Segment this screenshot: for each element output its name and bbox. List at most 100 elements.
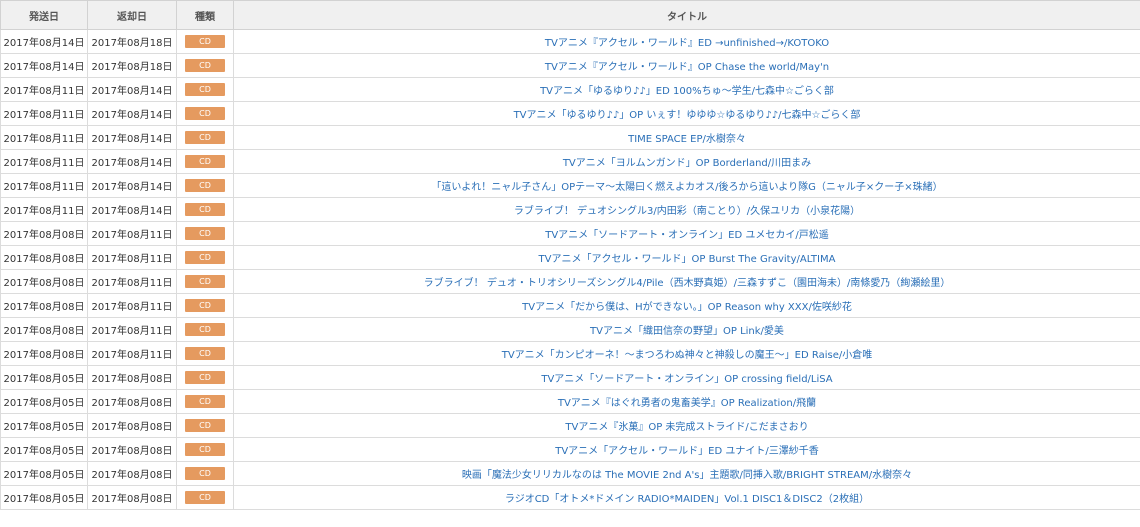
send-date-cell: 2017年08月11日 <box>0 125 88 150</box>
media-type-badge: CD <box>185 131 225 144</box>
table-row: 2017年08月08日 2017年08月11日 CD TVアニメ「アクセル・ワールド」… <box>0 245 1140 270</box>
media-type-badge: CD <box>185 419 225 432</box>
title-cell: TVアニメ「アクセル・ワールド」ED ユナイト/三澤紗千香 <box>233 437 1140 462</box>
send-date-cell: 2017年08月08日 <box>0 245 88 270</box>
title-cell: TVアニメ「カンピオーネ！〜まつろわぬ神々と神殺しの魔王〜」ED Raise/小… <box>233 341 1140 366</box>
table-row: 2017年08月11日 2017年08月14日 CD 「這いよれ！ニャル子さん」OPテ… <box>0 173 1140 198</box>
return-date-cell: 2017年08月14日 <box>87 197 177 222</box>
send-date-cell: 2017年08月05日 <box>0 485 88 510</box>
media-type-badge: CD <box>185 107 225 120</box>
title-link[interactable]: TVアニメ「ソードアート・オンライン」ED ユメセカイ/戸松遥 <box>545 230 829 241</box>
return-date-cell: 2017年08月14日 <box>87 77 177 102</box>
table-row: 2017年08月05日 2017年08月08日 CD TVアニメ「アクセル・ワールド」… <box>0 437 1140 462</box>
title-link[interactable]: 映画「魔法少女リリカルなのは The MOVIE 2nd A's」主題歌/同挿入… <box>462 470 912 481</box>
kind-cell: CD <box>176 101 234 126</box>
title-link[interactable]: TVアニメ「アクセル・ワールド」OP Burst The Gravity/ALT… <box>539 254 836 265</box>
title-cell: 映画「魔法少女リリカルなのは The MOVIE 2nd A's」主題歌/同挿入… <box>233 461 1140 486</box>
send-date-cell: 2017年08月11日 <box>0 77 88 102</box>
title-link[interactable]: TVアニメ『アクセル・ワールド』OP Chase the world/May'n <box>545 62 829 73</box>
return-date-cell: 2017年08月08日 <box>87 413 177 438</box>
table-row: 2017年08月08日 2017年08月11日 CD TVアニメ「カンピオーネ！〜まつ… <box>0 341 1140 366</box>
kind-cell: CD <box>176 197 234 222</box>
title-link[interactable]: ラブライブ！ デュオシングル3/内田彩（南ことり）/久保ユリカ（小泉花陽） <box>514 206 860 217</box>
title-link[interactable]: 「這いよれ！ニャル子さん」OPテーマ〜太陽曰く燃えよカオス/後ろから這いより隊G… <box>431 182 942 193</box>
return-date-cell: 2017年08月08日 <box>87 389 177 414</box>
send-date-cell: 2017年08月05日 <box>0 389 88 414</box>
return-date-cell: 2017年08月18日 <box>87 29 177 54</box>
send-date-cell: 2017年08月08日 <box>0 269 88 294</box>
send-date-cell: 2017年08月05日 <box>0 365 88 390</box>
title-cell: ラブライブ！ デュオ・トリオシリーズシングル4/Pile（西木野真姫）/三森すず… <box>233 269 1140 294</box>
kind-cell: CD <box>176 269 234 294</box>
return-date-cell: 2017年08月11日 <box>87 269 177 294</box>
title-cell: TVアニメ「だから僕は、Hができない。」OP Reason why XXX/佐咲… <box>233 293 1140 318</box>
title-cell: ラブライブ！ デュオシングル3/内田彩（南ことり）/久保ユリカ（小泉花陽） <box>233 197 1140 222</box>
return-date-cell: 2017年08月11日 <box>87 293 177 318</box>
return-date-cell: 2017年08月14日 <box>87 173 177 198</box>
media-type-badge: CD <box>185 323 225 336</box>
media-type-badge: CD <box>185 227 225 240</box>
return-date-cell: 2017年08月14日 <box>87 149 177 174</box>
title-link[interactable]: TVアニメ「だから僕は、Hができない。」OP Reason why XXX/佐咲… <box>522 302 852 313</box>
title-link[interactable]: TVアニメ「ヨルムンガンド」OP Borderland/川田まみ <box>563 158 811 169</box>
table-row: 2017年08月05日 2017年08月08日 CD TVアニメ「ソードアート・オンラ… <box>0 365 1140 390</box>
kind-cell: CD <box>176 437 234 462</box>
media-type-badge: CD <box>185 371 225 384</box>
return-date-cell: 2017年08月08日 <box>87 365 177 390</box>
title-link[interactable]: TVアニメ「ゆるゆり♪♪」OP いぇす！ゆゆゆ☆ゆるゆり♪♪/七森中☆ごらく部 <box>514 110 861 121</box>
return-date-cell: 2017年08月11日 <box>87 221 177 246</box>
return-date-cell: 2017年08月18日 <box>87 53 177 78</box>
kind-cell: CD <box>176 125 234 150</box>
title-link[interactable]: ラブライブ！ デュオ・トリオシリーズシングル4/Pile（西木野真姫）/三森すず… <box>424 278 951 289</box>
title-cell: 「這いよれ！ニャル子さん」OPテーマ〜太陽曰く燃えよカオス/後ろから這いより隊G… <box>233 173 1140 198</box>
kind-cell: CD <box>176 341 234 366</box>
kind-cell: CD <box>176 413 234 438</box>
title-link[interactable]: TVアニメ「ソードアート・オンライン」OP crossing field/LiS… <box>541 374 832 385</box>
title-cell: TVアニメ『はぐれ勇者の鬼畜美学』OP Realization/飛蘭 <box>233 389 1140 414</box>
title-cell: TVアニメ「ゆるゆり♪♪」ED 100%ちゅ〜学生/七森中☆ごらく部 <box>233 77 1140 102</box>
title-cell: TVアニメ『アクセル・ワールド』ED →unfinished→/KOTOKO <box>233 29 1140 54</box>
title-link[interactable]: TVアニメ『氷菓』OP 未完成ストライド/こだまさおり <box>565 422 808 433</box>
media-type-badge: CD <box>185 179 225 192</box>
send-date-cell: 2017年08月08日 <box>0 317 88 342</box>
title-link[interactable]: TVアニメ「アクセル・ワールド」ED ユナイト/三澤紗千香 <box>555 446 819 457</box>
media-type-badge: CD <box>185 395 225 408</box>
send-date-cell: 2017年08月11日 <box>0 197 88 222</box>
return-date-cell: 2017年08月11日 <box>87 317 177 342</box>
kind-cell: CD <box>176 461 234 486</box>
send-date-cell: 2017年08月05日 <box>0 437 88 462</box>
title-link[interactable]: TVアニメ「織田信奈の野望」OP Link/愛美 <box>590 326 784 337</box>
title-link[interactable]: TVアニメ「ゆるゆり♪♪」ED 100%ちゅ〜学生/七森中☆ごらく部 <box>540 86 834 97</box>
title-link[interactable]: TIME SPACE EP/水樹奈々 <box>628 134 746 145</box>
media-type-badge: CD <box>185 275 225 288</box>
title-link[interactable]: TVアニメ『アクセル・ワールド』ED →unfinished→/KOTOKO <box>545 38 829 49</box>
kind-cell: CD <box>176 173 234 198</box>
return-date-cell: 2017年08月08日 <box>87 461 177 486</box>
send-date-cell: 2017年08月11日 <box>0 101 88 126</box>
media-type-badge: CD <box>185 83 225 96</box>
column-header-kind: 種類 <box>176 0 234 30</box>
table-row: 2017年08月08日 2017年08月11日 CD TVアニメ「織田信奈の野望」OP… <box>0 317 1140 342</box>
title-cell: TVアニメ『アクセル・ワールド』OP Chase the world/May'n <box>233 53 1140 78</box>
title-link[interactable]: ラジオCD「オトメ*ドメイン RADIO*MAIDEN」Vol.1 DISC1＆… <box>505 494 869 505</box>
kind-cell: CD <box>176 365 234 390</box>
send-date-cell: 2017年08月08日 <box>0 221 88 246</box>
table-header-row: 発送日 返却日 種類 タイトル <box>0 0 1140 30</box>
media-type-badge: CD <box>185 491 225 504</box>
send-date-cell: 2017年08月05日 <box>0 413 88 438</box>
column-header-send-date: 発送日 <box>0 0 88 30</box>
return-date-cell: 2017年08月08日 <box>87 437 177 462</box>
table-row: 2017年08月08日 2017年08月11日 CD TVアニメ「だから僕は、Hができ… <box>0 293 1140 318</box>
kind-cell: CD <box>176 149 234 174</box>
media-type-badge: CD <box>185 35 225 48</box>
title-link[interactable]: TVアニメ「カンピオーネ！〜まつろわぬ神々と神殺しの魔王〜」ED Raise/小… <box>502 350 873 361</box>
title-cell: TVアニメ「織田信奈の野望」OP Link/愛美 <box>233 317 1140 342</box>
media-type-badge: CD <box>185 251 225 264</box>
table-row: 2017年08月08日 2017年08月11日 CD ラブライブ！ デュオ・トリオシリ… <box>0 269 1140 294</box>
table-row: 2017年08月05日 2017年08月08日 CD TVアニメ『はぐれ勇者の鬼畜美学… <box>0 389 1140 414</box>
return-date-cell: 2017年08月14日 <box>87 125 177 150</box>
media-type-badge: CD <box>185 443 225 456</box>
title-link[interactable]: TVアニメ『はぐれ勇者の鬼畜美学』OP Realization/飛蘭 <box>558 398 816 409</box>
media-type-badge: CD <box>185 203 225 216</box>
media-type-badge: CD <box>185 299 225 312</box>
